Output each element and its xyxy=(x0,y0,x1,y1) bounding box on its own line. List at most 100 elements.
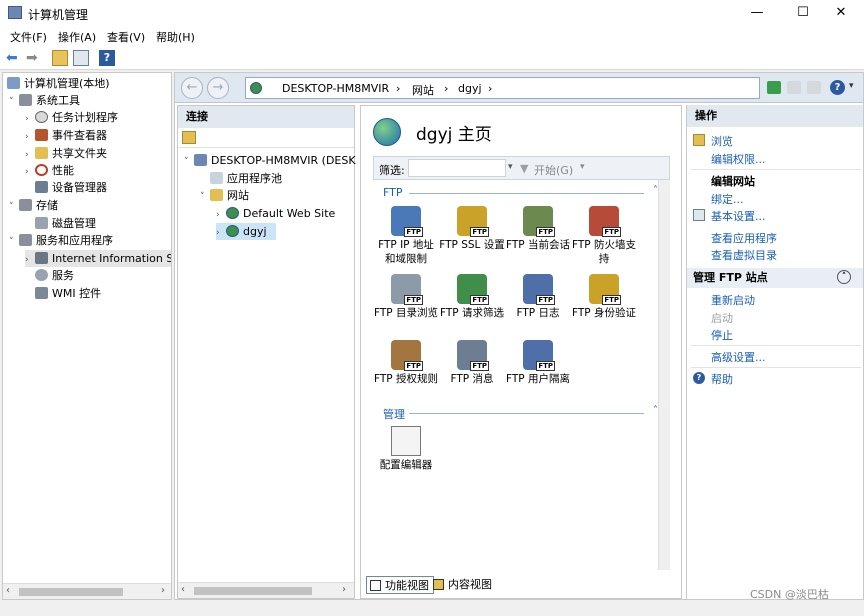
tree-item-task-scheduler[interactable]: › 任务计划程序 xyxy=(25,109,118,126)
chevron-down-icon[interactable]: ˅ xyxy=(9,199,19,216)
back-icon[interactable]: ← xyxy=(181,77,203,99)
menu-help[interactable]: 帮助(H) xyxy=(156,29,195,45)
menu-view[interactable]: 查看(V) xyxy=(107,29,145,45)
scrollbar-thumb[interactable] xyxy=(194,587,312,595)
connections-scrollbar[interactable]: ‹ › xyxy=(178,582,354,598)
chevron-right-icon[interactable]: › xyxy=(216,225,226,242)
collapse-icon[interactable]: ˄ xyxy=(653,185,658,196)
ftp-tag: FTP xyxy=(404,361,423,371)
tree-item-iis[interactable]: › Internet Information S xyxy=(25,250,171,269)
feature-ftp-request-filtering[interactable]: FTP FTP 请求筛选 xyxy=(439,274,505,320)
tree-item-event-viewer[interactable]: › 事件查看器 xyxy=(25,127,107,144)
crumb-server[interactable]: DESKTOP-HM8MVIR xyxy=(282,82,389,95)
tree-item-wmi[interactable]: WMI 控件 xyxy=(35,285,101,302)
filter-input[interactable] xyxy=(408,159,506,177)
action-restart[interactable]: 重新启动 xyxy=(711,292,755,308)
tree-root[interactable]: 计算机管理(本地) xyxy=(7,75,110,92)
action-help[interactable]: 帮助 xyxy=(711,371,733,387)
feature-ftp-sessions[interactable]: FTP FTP 当前会话 xyxy=(505,206,571,252)
start-dropdown-icon[interactable]: ▾ xyxy=(580,162,585,172)
home-icon[interactable] xyxy=(807,81,821,94)
start-filter-button[interactable]: 开始(G) xyxy=(534,162,573,178)
chevron-down-icon[interactable]: ˅ xyxy=(200,189,210,206)
help-icon[interactable]: ? xyxy=(99,50,115,66)
action-start[interactable]: 启动 xyxy=(711,310,733,326)
minimize-button[interactable]: — xyxy=(734,0,780,26)
action-advanced-settings[interactable]: 高级设置... xyxy=(711,349,766,365)
feature-ftp-user-isolation[interactable]: FTP FTP 用户隔离 xyxy=(505,340,571,386)
collapse-icon[interactable]: ˄ xyxy=(837,270,851,284)
conn-dgyj[interactable]: › dgyj xyxy=(216,223,276,240)
horizontal-scrollbar[interactable]: ‹ › xyxy=(3,583,171,599)
scroll-left-icon[interactable]: ‹ xyxy=(181,584,185,595)
stop-icon[interactable] xyxy=(787,81,801,94)
group-manage-header[interactable]: 管理 ˄ xyxy=(379,405,664,421)
tree-item-disk-management[interactable]: 磁盘管理 xyxy=(35,215,96,232)
feature-ftp-dir-browsing[interactable]: FTP FTP 目录浏览 xyxy=(373,274,439,320)
refresh-icon[interactable] xyxy=(767,81,781,94)
forward-icon[interactable]: ➡ xyxy=(26,50,42,66)
group-ftp-header[interactable]: FTP ˄ xyxy=(379,185,664,200)
actions-header: 操作 xyxy=(687,105,863,127)
menu-action[interactable]: 操作(A) xyxy=(58,29,96,45)
status-bar: CSDN @淡巴枯 xyxy=(0,588,864,616)
feature-ftp-ssl[interactable]: FTP FTP SSL 设置 xyxy=(439,206,505,252)
show-hide-tree-icon[interactable] xyxy=(73,50,89,66)
feature-ftp-logging[interactable]: FTP FTP 日志 xyxy=(505,274,571,320)
tree-item-shared-folders[interactable]: › 共享文件夹 xyxy=(25,145,107,162)
chevron-down-icon[interactable]: ˅ xyxy=(184,154,194,171)
scroll-right-icon[interactable]: › xyxy=(161,585,165,596)
conn-default-site[interactable]: › Default Web Site xyxy=(216,205,335,222)
feature-ftp-authentication[interactable]: FTP FTP 身份验证 xyxy=(571,274,637,320)
chevron-right-icon[interactable]: › xyxy=(25,129,35,146)
tree-item-device-manager[interactable]: 设备管理器 xyxy=(35,179,107,196)
scroll-right-icon[interactable]: › xyxy=(342,584,346,595)
tab-content-view[interactable]: 内容视图 xyxy=(430,576,496,594)
feature-config-editor[interactable]: 配置编辑器 xyxy=(373,426,439,472)
action-view-virtual-dirs[interactable]: 查看虚拟目录 xyxy=(711,247,777,263)
crumb-sites[interactable]: 网站 xyxy=(412,82,434,98)
conn-app-pools[interactable]: 应用程序池 xyxy=(210,170,282,187)
action-browse[interactable]: 浏览 xyxy=(711,133,733,149)
crumb-dgyj[interactable]: dgyj xyxy=(458,82,482,95)
action-stop[interactable]: 停止 xyxy=(711,327,733,343)
conn-sites[interactable]: ˅ 网站 xyxy=(200,187,249,204)
chevron-right-icon[interactable]: › xyxy=(25,252,35,269)
collapse-icon[interactable]: ˄ xyxy=(653,405,658,416)
chevron-down-icon[interactable]: ˅ xyxy=(9,94,19,111)
feature-ftp-firewall[interactable]: FTP FTP 防火墙支持 xyxy=(571,206,637,266)
tab-features-view[interactable]: 功能视图 xyxy=(366,576,434,594)
conn-server[interactable]: ˅ DESKTOP-HM8MVIR (DESK xyxy=(184,152,356,169)
up-folder-icon[interactable] xyxy=(52,50,68,66)
funnel-icon[interactable]: ▼ xyxy=(520,162,528,175)
action-basic-settings[interactable]: 基本设置... xyxy=(711,208,766,224)
chevron-right-icon[interactable]: › xyxy=(25,164,35,181)
help-icon[interactable]: ? xyxy=(830,80,845,95)
action-bindings[interactable]: 绑定... xyxy=(711,191,744,207)
filter-dropdown-icon[interactable]: ▾ xyxy=(508,162,513,172)
feature-scrollbar[interactable] xyxy=(658,180,670,570)
chevron-right-icon[interactable]: › xyxy=(25,111,35,128)
tree-item-storage[interactable]: ˅ 存储 xyxy=(9,197,58,214)
action-edit-permissions[interactable]: 编辑权限... xyxy=(711,151,766,167)
scrollbar-thumb[interactable] xyxy=(19,588,123,596)
tree-item-services[interactable]: 服务 xyxy=(35,267,74,284)
forward-icon[interactable]: → xyxy=(207,77,229,99)
title-bar: 计算机管理 — ☐ ✕ xyxy=(0,0,864,26)
action-view-applications[interactable]: 查看应用程序 xyxy=(711,230,777,246)
tree-item-system-tools[interactable]: ˅ 系统工具 xyxy=(9,92,80,109)
chevron-down-icon[interactable]: ˅ xyxy=(9,234,19,251)
address-path[interactable]: DESKTOP-HM8MVIR › 网站 › dgyj › xyxy=(245,77,760,99)
scroll-left-icon[interactable]: ‹ xyxy=(6,585,10,596)
feature-ftp-messages[interactable]: FTP FTP 消息 xyxy=(439,340,505,386)
back-icon[interactable]: ⬅ xyxy=(6,50,22,66)
tree-item-performance[interactable]: › 性能 xyxy=(25,162,74,179)
tree-item-services-apps[interactable]: ˅ 服务和应用程序 xyxy=(9,232,113,249)
chevron-right-icon[interactable]: › xyxy=(216,207,226,224)
menu-file[interactable]: 文件(F) xyxy=(10,29,47,45)
help-dropdown-icon[interactable]: ▾ xyxy=(849,81,854,91)
new-connection-icon[interactable] xyxy=(182,131,196,144)
close-button[interactable]: ✕ xyxy=(818,0,864,26)
feature-ftp-authorization[interactable]: FTP FTP 授权规则 xyxy=(373,340,439,386)
feature-ftp-ip-domain[interactable]: FTP FTP IP 地址和域限制 xyxy=(373,206,439,266)
